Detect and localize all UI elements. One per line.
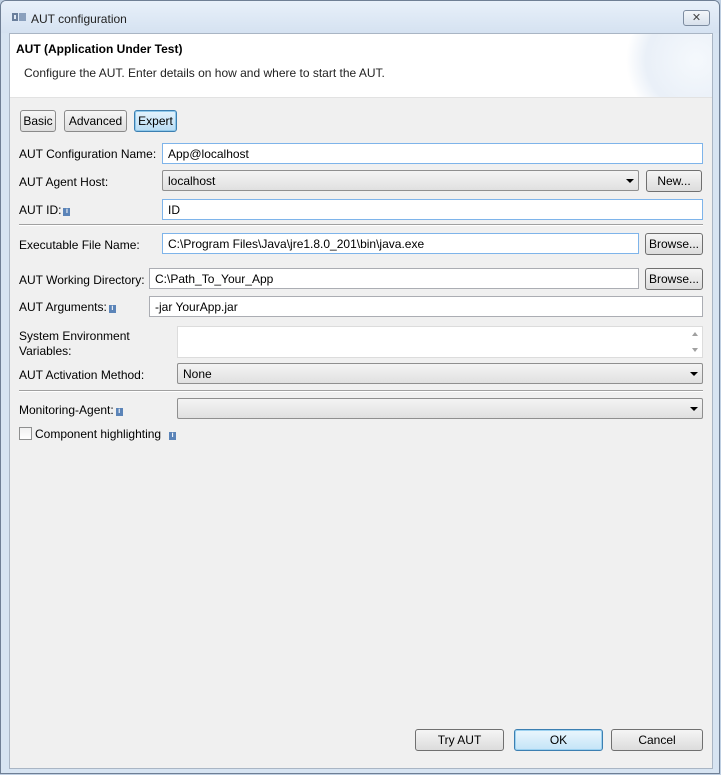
agent-host-select[interactable]: localhost xyxy=(162,170,639,191)
chevron-down-icon xyxy=(626,179,634,183)
info-icon[interactable]: i xyxy=(115,408,123,416)
title-bar[interactable]: AUT configuration ✕ xyxy=(1,1,719,33)
browse-executable-button[interactable]: Browse... xyxy=(645,233,703,255)
monitoring-label: Monitoring-Agent: i xyxy=(19,403,123,417)
banner-title: AUT (Application Under Test) xyxy=(16,42,183,56)
agent-host-value: localhost xyxy=(168,174,216,188)
chevron-down-icon xyxy=(690,407,698,411)
aut-configuration-dialog: AUT configuration ✕ AUT (Application Und… xyxy=(0,0,720,774)
window-title: AUT configuration xyxy=(31,12,127,26)
banner-description: Configure the AUT. Enter details on how … xyxy=(24,66,385,80)
app-icon xyxy=(12,13,26,21)
env-vars-label-line2: Variables: xyxy=(19,344,72,358)
component-highlighting-label-text: Component highlighting xyxy=(35,427,162,441)
working-dir-label: AUT Working Directory: xyxy=(19,273,145,287)
chevron-down-icon xyxy=(690,372,698,376)
info-icon[interactable]: i xyxy=(169,432,177,440)
working-dir-input[interactable]: C:\Path_To_Your_App xyxy=(149,268,639,289)
aut-id-input[interactable]: ID xyxy=(162,199,703,220)
scroll-up-icon[interactable] xyxy=(692,332,698,336)
expert-mode-button[interactable]: Expert xyxy=(134,110,177,132)
activation-select[interactable]: None xyxy=(177,363,703,384)
component-highlighting-checkbox[interactable] xyxy=(19,427,32,440)
advanced-mode-button[interactable]: Advanced xyxy=(64,110,127,132)
aut-id-label: AUT ID: i xyxy=(19,203,71,217)
section-divider xyxy=(19,224,703,226)
config-name-input[interactable]: App@localhost xyxy=(162,143,703,164)
new-agent-host-button[interactable]: New... xyxy=(646,170,702,192)
header-banner: AUT (Application Under Test) Configure t… xyxy=(10,34,712,98)
close-icon: ✕ xyxy=(691,11,702,24)
section-divider xyxy=(19,390,703,392)
info-icon[interactable]: i xyxy=(63,208,71,216)
cancel-button[interactable]: Cancel xyxy=(611,729,703,751)
arguments-label-text: AUT Arguments: xyxy=(19,300,107,314)
config-name-label: AUT Configuration Name: xyxy=(19,147,157,161)
basic-mode-button[interactable]: Basic xyxy=(20,110,56,132)
monitoring-label-text: Monitoring-Agent: xyxy=(19,403,114,417)
monitoring-select[interactable] xyxy=(177,398,703,419)
try-aut-button[interactable]: Try AUT xyxy=(415,729,504,751)
dialog-content: AUT (Application Under Test) Configure t… xyxy=(9,33,713,769)
info-icon[interactable]: i xyxy=(108,305,116,313)
activation-value: None xyxy=(183,367,212,381)
browse-working-dir-button[interactable]: Browse... xyxy=(645,268,703,290)
executable-label: Executable File Name: xyxy=(19,238,140,252)
ok-button[interactable]: OK xyxy=(514,729,603,751)
component-highlighting-label: Component highlighting i xyxy=(35,427,177,441)
arguments-input[interactable]: -jar YourApp.jar xyxy=(149,296,703,317)
aut-id-label-text: AUT ID: xyxy=(19,203,62,217)
scroll-down-icon[interactable] xyxy=(692,348,698,352)
arguments-label: AUT Arguments: i xyxy=(19,300,116,314)
env-vars-textarea[interactable] xyxy=(177,326,703,358)
activation-label: AUT Activation Method: xyxy=(19,368,145,382)
env-vars-label-line1: System Environment xyxy=(19,329,130,343)
executable-input[interactable]: C:\Program Files\Java\jre1.8.0_201\bin\j… xyxy=(162,233,639,254)
close-button[interactable]: ✕ xyxy=(683,10,710,26)
env-vars-scrollbar[interactable] xyxy=(688,327,702,357)
banner-decoration xyxy=(612,34,712,97)
agent-host-label: AUT Agent Host: xyxy=(19,175,109,189)
